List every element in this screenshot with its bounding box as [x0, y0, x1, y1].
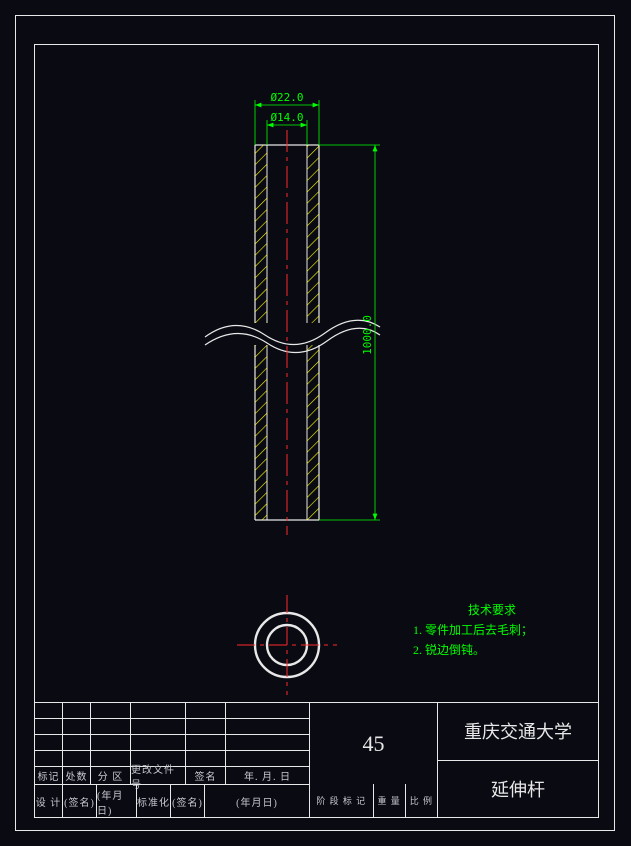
institution: 重庆交通大学 [438, 703, 598, 761]
drawing-frame: Ø22.0 Ø14.0 1000.0 技术要 [34, 44, 599, 818]
dim-inner-dia: Ø14.0 [270, 111, 303, 124]
hdr-scale: 比 例 [406, 784, 437, 817]
front-view: Ø22.0 Ø14.0 1000.0 [35, 45, 600, 565]
drawing-area: Ø22.0 Ø14.0 1000.0 技术要 [35, 45, 598, 705]
title-block: 标记 处数 分 区 更改文件号 签名 年. 月. 日 设 计 (签名) (年月日… [35, 702, 598, 817]
hdr-signp1: (签名) [63, 785, 97, 818]
hdr-design: 设 计 [35, 785, 63, 818]
hdr-datep1: (年月日) [97, 785, 137, 818]
sheet-outer-frame: Ø22.0 Ø14.0 1000.0 技术要 [15, 15, 615, 831]
hdr-date: 年. 月. 日 [226, 767, 309, 784]
material-code: 45 [310, 703, 437, 784]
hdr-std: 标准化 [137, 785, 171, 818]
dim-length: 1000.0 [361, 315, 374, 355]
svg-text:1. 零件加工后去毛刺；: 1. 零件加工后去毛刺； [413, 623, 533, 637]
tech-notes: 技术要求 1. 零件加工后去毛刺； 2. 锐边倒钝。 [413, 600, 613, 680]
hdr-mark: 标记 [35, 767, 63, 784]
hdr-stage: 阶 段 标 记 [310, 784, 374, 817]
hdr-loc: 处数 [63, 767, 91, 784]
revision-table: 标记 处数 分 区 更改文件号 签名 年. 月. 日 设 计 (签名) (年月日… [35, 703, 310, 817]
notes-heading: 技术要求 [468, 603, 516, 617]
material-block: 45 阶 段 标 记 重 量 比 例 [310, 703, 438, 817]
hdr-zone: 分 区 [91, 767, 131, 784]
name-block: 重庆交通大学 延伸杆 [438, 703, 598, 817]
svg-text:2. 锐边倒钝。: 2. 锐边倒钝。 [413, 643, 485, 657]
hdr-datep2: (年月日) [205, 785, 309, 818]
hdr-sign: 签名 [186, 767, 226, 784]
hdr-chgdoc: 更改文件号 [131, 767, 186, 784]
hdr-mass: 重 量 [374, 784, 406, 817]
hdr-signp2: (签名) [171, 785, 205, 818]
dim-outer-dia: Ø22.0 [270, 91, 303, 104]
end-view [227, 585, 347, 705]
part-name: 延伸杆 [438, 761, 598, 818]
